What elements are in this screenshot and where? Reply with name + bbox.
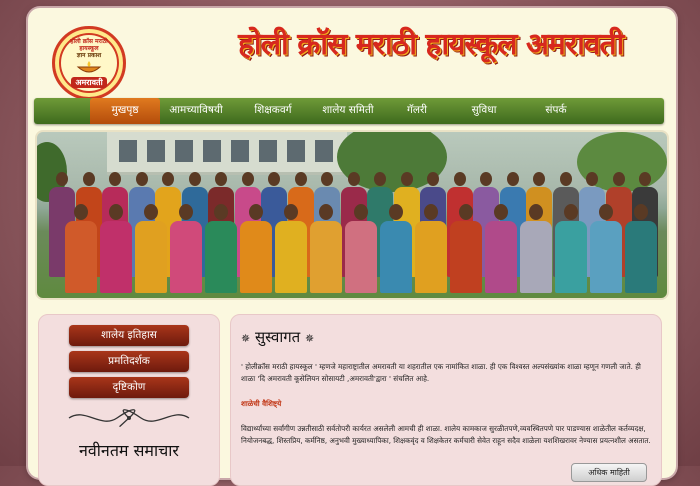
logo-ring-text: होली क्रॉस मराठी हायस्कूल bbox=[70, 38, 108, 52]
staff-member bbox=[240, 204, 272, 293]
ornament-divider bbox=[68, 409, 190, 427]
main-nav: मुखपृष्ठ आमच्याविषयी शिक्षकवर्ग शालेय सम… bbox=[34, 98, 664, 124]
staff-member bbox=[590, 204, 622, 293]
welcome-heading: ✵ सुस्वागत ✵ bbox=[241, 327, 314, 347]
staff-member bbox=[100, 204, 132, 293]
nav-teachers[interactable]: शिक्षकवर्ग bbox=[240, 98, 306, 124]
nav-contact[interactable]: संपर्क bbox=[530, 98, 582, 124]
staff-group-photo bbox=[35, 130, 669, 300]
staff-member bbox=[555, 204, 587, 293]
school-title: होली क्रॉस मराठी हायस्कूल अमरावती bbox=[238, 27, 624, 62]
staff-member bbox=[275, 204, 307, 293]
nav-about[interactable]: आमच्याविषयी bbox=[160, 98, 232, 124]
staff-member bbox=[450, 204, 482, 293]
features-subheading: शाळेची वैशिष्ट्ये bbox=[241, 399, 282, 408]
staff-member bbox=[415, 204, 447, 293]
staff-member bbox=[485, 204, 517, 293]
star-icon: ✵ bbox=[304, 332, 315, 345]
nav-home[interactable]: मुखपृष्ठ bbox=[90, 98, 160, 124]
history-button[interactable]: शालेय इतिहास bbox=[69, 325, 189, 346]
logo-motto: ज्ञान प्रकाश bbox=[76, 52, 102, 59]
school-building bbox=[107, 132, 347, 175]
staff-member bbox=[65, 204, 97, 293]
welcome-title: सुस्वागत bbox=[255, 328, 301, 346]
staff-member bbox=[170, 204, 202, 293]
staff-member bbox=[380, 204, 412, 293]
nav-facilities[interactable]: सुविधा bbox=[458, 98, 510, 124]
staff-member bbox=[345, 204, 377, 293]
nav-gallery[interactable]: गॅलरी bbox=[392, 98, 442, 124]
features-paragraph: विद्यार्थ्यांच्या सर्वांगीण उन्नतीसाठी स… bbox=[241, 424, 651, 445]
staff-member bbox=[625, 204, 657, 293]
staff-member bbox=[135, 204, 167, 293]
staff-member bbox=[520, 204, 552, 293]
prospectus-button[interactable]: प्रमतिदर्शक bbox=[69, 351, 189, 372]
vision-button[interactable]: दृष्टिकोण bbox=[69, 377, 189, 398]
latest-news-heading: नवीनतम समाचार bbox=[79, 441, 179, 460]
welcome-panel: ✵ सुस्वागत ✵ ' होलीक्रॉस मराठी हायस्कूल … bbox=[230, 314, 662, 486]
logo-city: अमरावती bbox=[71, 77, 107, 88]
school-logo[interactable]: होली क्रॉस मराठी हायस्कूल ज्ञान प्रकाश अ… bbox=[52, 26, 126, 100]
star-icon: ✵ bbox=[241, 332, 251, 345]
page-frame: होली क्रॉस मराठी हायस्कूल ज्ञान प्रकाश अ… bbox=[28, 8, 676, 486]
lamp-icon bbox=[76, 61, 102, 73]
staff-member bbox=[205, 204, 237, 293]
staff-member bbox=[310, 204, 342, 293]
intro-paragraph: ' होलीक्रॉस मराठी हायस्कूल ' म्हणजे महार… bbox=[241, 362, 641, 383]
nav-committee[interactable]: शालेय समिती bbox=[310, 98, 386, 124]
sidebar-panel: शालेय इतिहास प्रमतिदर्शक दृष्टिकोण नवीनत… bbox=[38, 314, 220, 486]
